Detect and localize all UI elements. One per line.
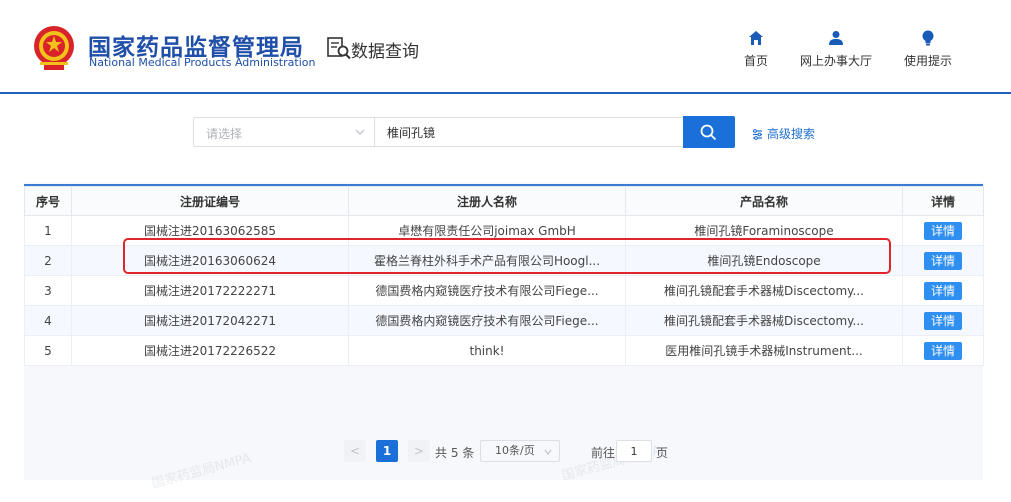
cell-product: 椎间孔镜Endoscope	[625, 245, 903, 276]
site-logo-subtitle: National Medical Products Administration	[89, 56, 316, 69]
total-count: 共 5 条	[435, 446, 475, 460]
page-number-current[interactable]: 1	[376, 440, 398, 462]
page-suffix: 页	[656, 446, 669, 460]
home-icon	[749, 31, 763, 45]
chevron-down-icon	[355, 129, 365, 135]
cell-detail: 详情	[902, 245, 984, 276]
cell-detail: 详情	[902, 275, 984, 306]
category-select-placeholder: 请选择	[206, 127, 243, 141]
cell-registrant: 霍格兰脊柱外科手术产品有限公司Hoogl...	[348, 245, 626, 276]
cell-reg-no: 国械注进20163060624	[71, 245, 349, 276]
detail-button[interactable]: 详情	[924, 281, 962, 300]
advanced-search-link[interactable]: 高级搜索	[752, 125, 815, 142]
chevron-down-icon	[544, 449, 552, 455]
column-header-reg-no: 注册证编号	[71, 186, 349, 216]
table-header-row: 序号 注册证编号 注册人名称 产品名称 详情	[24, 186, 984, 216]
detail-button[interactable]: 详情	[924, 221, 962, 240]
cell-detail: 详情	[902, 215, 984, 246]
column-header-index: 序号	[24, 186, 72, 216]
table-row[interactable]: 5 国械注进20172226522 think! 医用椎间孔镜手术器械Instr…	[24, 335, 984, 366]
cell-detail: 详情	[902, 335, 984, 366]
results-table-container: 序号 注册证编号 注册人名称 产品名称 详情 1 国械注进20163062585…	[24, 184, 984, 366]
cell-index: 1	[24, 215, 72, 246]
nav-home[interactable]: 首页	[716, 30, 796, 69]
cell-product: 椎间孔镜配套手术器械Discectomy...	[625, 305, 903, 336]
next-page-button[interactable]: >	[408, 440, 430, 462]
detail-button[interactable]: 详情	[924, 311, 962, 330]
nav-home-label: 首页	[743, 54, 768, 68]
column-header-registrant: 注册人名称	[348, 186, 626, 216]
page-size-value: 10条/页	[495, 444, 535, 457]
cell-index: 5	[24, 335, 72, 366]
nav-usage-tips[interactable]: 使用提示	[888, 30, 968, 69]
section-title: 数据查询	[351, 42, 419, 62]
cell-product: 椎间孔镜Foraminoscope	[625, 215, 903, 246]
cell-reg-no: 国械注进20163062585	[71, 215, 349, 246]
national-emblem-icon	[34, 26, 74, 70]
column-header-detail: 详情	[902, 186, 984, 216]
nav-usage-tips-label: 使用提示	[903, 54, 952, 68]
cell-product: 医用椎间孔镜手术器械Instrument...	[625, 335, 903, 366]
cell-product: 椎间孔镜配套手术器械Discectomy...	[625, 275, 903, 306]
cell-index: 4	[24, 305, 72, 336]
cell-reg-no: 国械注进20172226522	[71, 335, 349, 366]
cell-registrant: 德国费格内窥镜医疗技术有限公司Fiege...	[348, 275, 626, 306]
site-header: 国家药品监督管理局 National Medical Products Admi…	[0, 0, 1011, 94]
detail-button[interactable]: 详情	[924, 251, 962, 270]
cell-index: 2	[24, 245, 72, 276]
user-icon	[829, 31, 843, 45]
cell-detail: 详情	[902, 305, 984, 336]
nav-online-service-hall-label: 网上办事大厅	[799, 54, 872, 68]
page-size-select[interactable]: 10条/页	[480, 440, 560, 462]
document-search-icon	[327, 37, 351, 60]
cell-reg-no: 国械注进20172222271	[71, 275, 349, 306]
table-row[interactable]: 4 国械注进20172042271 德国费格内窥镜医疗技术有限公司Fiege..…	[24, 305, 984, 336]
detail-button[interactable]: 详情	[924, 341, 962, 360]
cell-reg-no: 国械注进20172042271	[71, 305, 349, 336]
cell-registrant: 德国费格内窥镜医疗技术有限公司Fiege...	[348, 305, 626, 336]
cell-registrant: 卓懋有限责任公司joimax GmbH	[348, 215, 626, 246]
filter-sliders-icon	[753, 129, 762, 140]
column-header-product: 产品名称	[625, 186, 903, 216]
search-button[interactable]	[683, 116, 735, 148]
advanced-search-label: 高级搜索	[767, 127, 816, 141]
results-table: 序号 注册证编号 注册人名称 产品名称 详情 1 国械注进20163062585…	[24, 186, 984, 366]
prev-page-button[interactable]: <	[344, 440, 366, 462]
lightbulb-icon	[922, 30, 934, 46]
nav-online-service-hall[interactable]: 网上办事大厅	[796, 30, 876, 69]
cell-registrant: think!	[348, 335, 626, 366]
table-row[interactable]: 1 国械注进20163062585 卓懋有限责任公司joimax GmbH 椎间…	[24, 215, 984, 246]
search-input[interactable]	[375, 117, 684, 147]
category-select[interactable]: 请选择	[193, 117, 375, 147]
goto-page-input[interactable]	[616, 440, 652, 462]
search-icon	[700, 124, 717, 141]
table-row[interactable]: 3 国械注进20172222271 德国费格内窥镜医疗技术有限公司Fiege..…	[24, 275, 984, 306]
goto-label: 前往	[591, 446, 616, 460]
cell-index: 3	[24, 275, 72, 306]
table-row[interactable]: 2 国械注进20163060624 霍格兰脊柱外科手术产品有限公司Hoogl..…	[24, 245, 984, 276]
